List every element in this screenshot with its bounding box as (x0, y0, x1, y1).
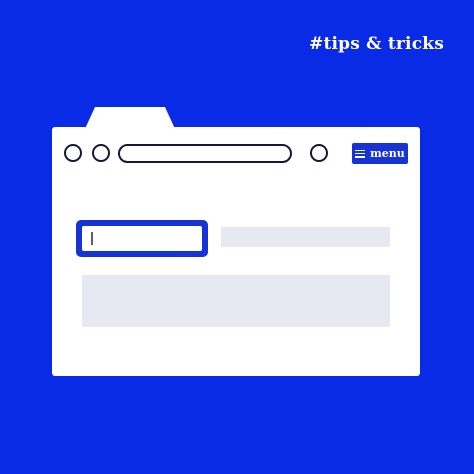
menu-button[interactable]: menu (352, 143, 408, 164)
hashtag-label: #tips & tricks (309, 34, 444, 54)
content-placeholder-bar (221, 227, 390, 247)
content-placeholder-block (82, 275, 390, 327)
address-bar[interactable] (118, 144, 292, 163)
nav-forward-button[interactable] (92, 144, 110, 162)
nav-back-button[interactable] (64, 144, 82, 162)
input-inner[interactable] (82, 226, 202, 251)
text-caret (91, 232, 93, 245)
reload-button[interactable] (310, 144, 328, 162)
hamburger-icon (355, 149, 366, 158)
menu-label: menu (370, 147, 405, 160)
focused-input-field[interactable] (76, 220, 208, 257)
